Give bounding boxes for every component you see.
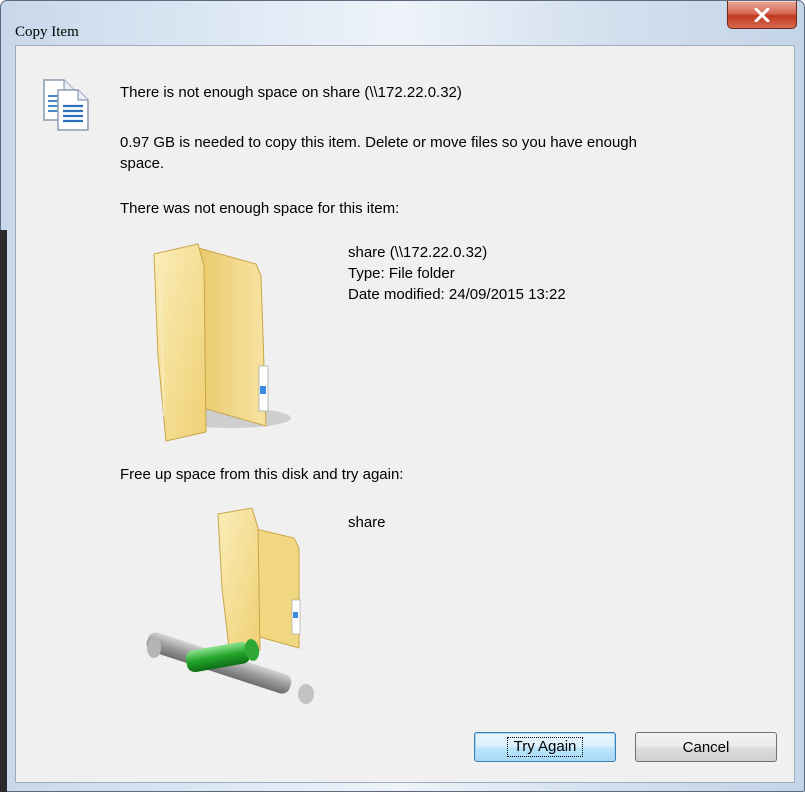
error-heading: There is not enough space on share (\\17…: [120, 84, 462, 101]
space-needed-text: 0.97 GB is needed to copy this item. Del…: [120, 134, 637, 151]
disk-name: share: [348, 514, 386, 531]
dialog-content: There is not enough space on share (\\17…: [15, 45, 795, 783]
close-icon: [754, 7, 770, 22]
title-bar[interactable]: Copy Item: [1, 1, 804, 45]
background-window-edge: [0, 230, 7, 792]
try-again-button[interactable]: Try Again: [474, 732, 616, 762]
item-date-modified: Date modified: 24/09/2015 13:22: [348, 286, 566, 303]
item-type: Type: File folder: [348, 265, 455, 282]
cancel-label: Cancel: [682, 738, 730, 756]
network-folder-icon: [146, 508, 314, 704]
item-name: share (\\172.22.0.32): [348, 244, 488, 261]
disk-section-label: Free up space from this disk and try aga…: [120, 466, 404, 483]
cancel-button[interactable]: Cancel: [635, 732, 777, 762]
close-button[interactable]: [727, 1, 797, 29]
try-again-label: Try Again: [506, 737, 584, 757]
window-title: Copy Item: [15, 24, 79, 40]
copy-item-dialog: Copy Item There is not enough space on s…: [0, 0, 805, 792]
item-section-label: There was not enough space for this item…: [120, 200, 400, 217]
space-needed-text-continued: space.: [120, 155, 165, 172]
copy-documents-icon: [43, 79, 89, 131]
folder-icon: [153, 243, 291, 442]
